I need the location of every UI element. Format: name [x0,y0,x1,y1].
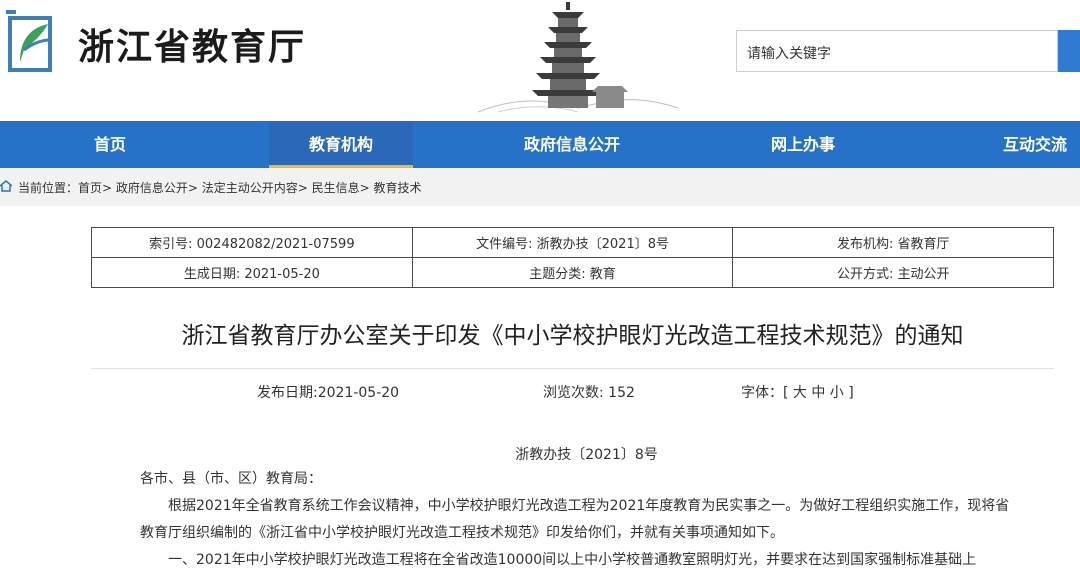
search-input[interactable]: 请输入关键字 [736,30,1058,72]
meta-publisher: 发布机构: 省教育厅 [732,227,1054,258]
meta-doc-no: 文件编号: 浙教办技〔2021〕8号 [411,227,734,258]
site-title[interactable]: 浙江省教育厅 [78,18,306,70]
font-size-switcher[interactable]: 字体：[ 大 中 小 ] [741,382,854,402]
site-header: 浙江省教育厅 请输入关键字 [0,0,1080,122]
paragraph: 根据2021年全省教育系统工作会议精神，中小学校护眼灯光改造工程为2021年度教… [140,498,1010,541]
publish-date: 发布日期:2021-05-20 [257,385,400,401]
search-button[interactable] [1058,30,1080,72]
view-count: 浏览次数: 152 [543,385,635,401]
pagoda-illustration [478,2,678,113]
main-nav: 首页 教育机构 政府信息公开 网上办事 互动交流 [0,121,1080,168]
paragraph: 一、2021年中小学校护眼灯光改造工程将在全省改造10000间以上中小学校普通教… [168,552,977,568]
document-meta-table: 索引号: 002482082/2021-07599 文件编号: 浙教办技〔202… [91,227,1054,288]
breadcrumb: 当前位置：首页> 政府信息公开> 法定主动公开内容> 民生信息> 教育技术 [0,168,1080,206]
nav-item-online-services[interactable]: 网上办事 [730,121,876,168]
meta-topic: 主题分类: 教育 [411,257,734,288]
breadcrumb-text[interactable]: 当前位置：首页> 政府信息公开> 法定主动公开内容> 民生信息> 教育技术 [18,179,421,196]
nav-item-home[interactable]: 首页 [40,121,180,168]
meta-index-no: 索引号: 002482082/2021-07599 [91,227,413,258]
table-row: 索引号: 002482082/2021-07599 文件编号: 浙教办技〔202… [91,227,1054,258]
article-title: 浙江省教育厅办公室关于印发《中小学校护眼灯光改造工程技术规范》的通知 [181,323,964,349]
nav-item-gov-info[interactable]: 政府信息公开 [492,121,652,168]
table-row: 生成日期: 2021-05-20 主题分类: 教育 公开方式: 主动公开 [91,257,1054,288]
meta-created: 生成日期: 2021-05-20 [91,257,413,288]
home-icon [0,180,12,192]
salutation: 各市、县（市、区）教育局： [140,471,322,487]
title-divider [91,368,1054,369]
document-number: 浙教办技〔2021〕8号 [515,447,658,463]
meta-disclosure: 公开方式: 主动公开 [732,257,1054,288]
site-logo-icon[interactable] [6,10,60,72]
nav-item-institutions[interactable]: 教育机构 [269,121,413,168]
nav-item-interaction[interactable]: 互动交流 [980,121,1080,168]
